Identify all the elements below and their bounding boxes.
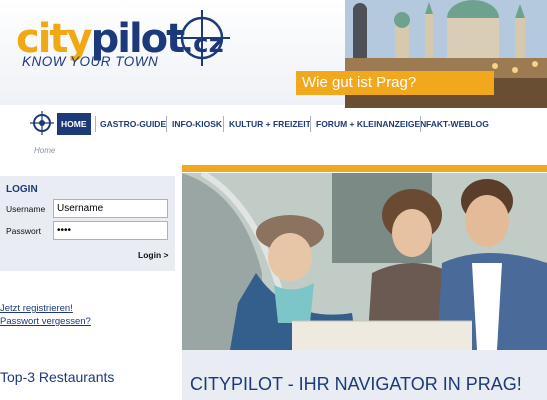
site-header: citypilot.cz KNOW YOUR TOWN Wie gut ist … [0, 0, 547, 108]
nav-item-gastro-guide[interactable]: GASTRO-GUIDE [96, 113, 170, 135]
forgot-password-link[interactable]: Passwort vergessen? [0, 316, 91, 327]
tagline: KNOW YOUR TOWN [22, 54, 159, 69]
login-title: LOGIN [6, 184, 38, 195]
slogan-banner[interactable]: Wie gut ist Prag? [296, 71, 494, 95]
nav-separator [166, 116, 167, 132]
username-field[interactable] [53, 199, 168, 218]
nav-item-forum-kleinanzeigen[interactable]: FORUM + KLEINANZEIGEN [312, 113, 430, 135]
crosshair-icon [30, 111, 54, 135]
password-field[interactable] [53, 221, 168, 240]
nav-item-home[interactable]: HOME [57, 113, 91, 135]
breadcrumb[interactable]: Home [34, 146, 55, 155]
nav-separator [310, 116, 311, 132]
top3-restaurants-heading: Top-3 Restaurants [0, 369, 115, 385]
nav-item-kultur-freizeit[interactable]: KULTUR + FREIZEIT [225, 113, 315, 135]
username-label: Username [6, 204, 46, 214]
main-accent-bar [182, 165, 547, 172]
nav-item-fakt-weblog[interactable]: FAKT-WEBLOG [422, 113, 493, 135]
nav-separator [223, 116, 224, 132]
nav-item-info-kiosk[interactable]: INFO-KIOSK [168, 113, 226, 135]
login-box: LOGIN Username Passwort Login > [0, 176, 175, 271]
main-headline: CITYPILOT - IHR NAVIGATOR IN PRAG! [190, 374, 522, 394]
main-nav: HOME GASTRO-GUIDE INFO-KIOSK KULTUR + FR… [0, 110, 547, 138]
citypilot-logo[interactable]: citypilot.cz [14, 10, 284, 82]
crosshair-icon [174, 10, 230, 66]
hero-photo [182, 173, 547, 350]
sidebar: LOGIN Username Passwort Login > Jetzt re… [0, 173, 175, 400]
nav-separator [420, 116, 421, 132]
login-button[interactable]: Login > [138, 250, 168, 260]
password-label: Passwort [6, 226, 41, 236]
register-link[interactable]: Jetzt registrieren! [0, 303, 73, 314]
